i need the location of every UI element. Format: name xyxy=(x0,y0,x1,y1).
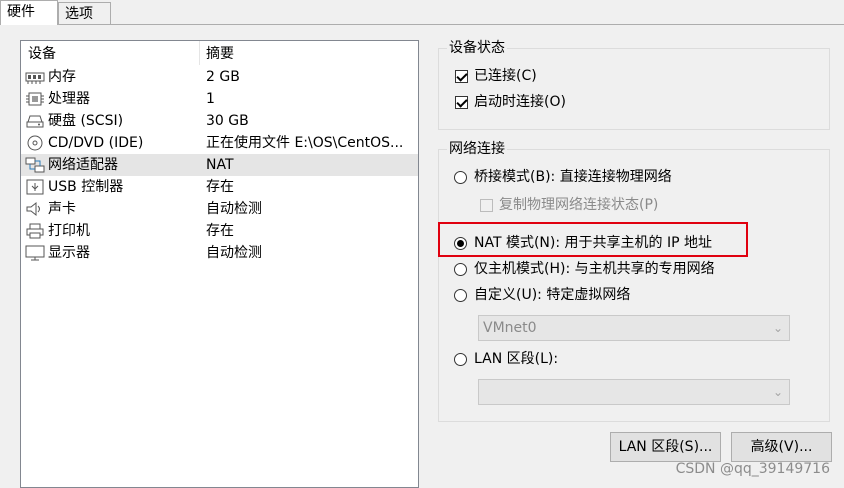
custom-network-value: VMnet0 xyxy=(483,320,537,336)
device-summary: 存在 xyxy=(206,223,234,239)
device-name: 处理器 xyxy=(48,91,90,107)
device-row-sound[interactable]: 声卡 自动检测 xyxy=(21,198,418,220)
device-name: 打印机 xyxy=(48,223,90,239)
bridged-radio[interactable] xyxy=(454,171,467,184)
device-row-harddisk[interactable]: 硬盘 (SCSI) 30 GB xyxy=(21,110,418,132)
tab-options[interactable]: 选项 xyxy=(58,2,111,24)
network-adapter-icon xyxy=(25,157,45,173)
device-row-memory[interactable]: 内存 2 GB xyxy=(21,66,418,88)
memory-icon xyxy=(25,69,45,85)
custom-radio[interactable] xyxy=(454,289,467,302)
device-summary: 30 GB xyxy=(206,113,249,129)
harddisk-icon xyxy=(25,113,45,129)
connect-at-power-on-label[interactable]: 启动时连接(O) xyxy=(474,92,566,112)
tab-bar: 硬件 选项 xyxy=(0,0,844,25)
lan-segment-label[interactable]: LAN 区段(L): xyxy=(474,349,558,369)
connected-label[interactable]: 已连接(C) xyxy=(474,66,537,86)
tab-hardware-label: 硬件 xyxy=(7,4,35,20)
lan-segments-button-label: LAN 区段(S)... xyxy=(618,439,713,455)
device-list-header: 设备 摘要 xyxy=(21,41,418,65)
device-name: 显示器 xyxy=(48,245,90,261)
device-name: 声卡 xyxy=(48,201,76,217)
advanced-button[interactable]: 高级(V)... xyxy=(731,432,832,462)
watermark: CSDN @qq_39149716 xyxy=(675,461,830,477)
column-header-summary[interactable]: 摘要 xyxy=(206,44,234,64)
device-row-monitor[interactable]: 显示器 自动检测 xyxy=(21,242,418,264)
chevron-down-icon: ⌄ xyxy=(772,321,783,335)
cd-dvd-icon xyxy=(25,135,45,151)
chevron-down-icon: ⌄ xyxy=(772,385,783,399)
connect-at-power-on-checkbox[interactable] xyxy=(455,96,468,109)
device-row-printer[interactable]: 打印机 存在 xyxy=(21,220,418,242)
device-summary: NAT xyxy=(206,157,234,173)
device-name: 网络适配器 xyxy=(48,157,118,173)
connected-checkbox[interactable] xyxy=(455,70,468,83)
lan-segment-select[interactable]: ⌄ xyxy=(478,379,790,405)
usb-icon xyxy=(25,179,45,195)
replicate-state-checkbox[interactable] xyxy=(480,199,493,212)
device-row-cd-dvd[interactable]: CD/DVD (IDE) 正在使用文件 E:\OS\CentOS... xyxy=(21,132,418,154)
device-summary: 1 xyxy=(206,91,215,107)
tab-hardware[interactable]: 硬件 xyxy=(0,0,58,25)
host-only-radio[interactable] xyxy=(454,263,467,276)
bridged-label[interactable]: 桥接模式(B): 直接连接物理网络 xyxy=(474,167,672,187)
printer-icon xyxy=(25,223,45,239)
device-name: USB 控制器 xyxy=(48,179,124,195)
device-summary: 存在 xyxy=(206,179,234,195)
device-name: CD/DVD (IDE) xyxy=(48,135,144,151)
cpu-icon xyxy=(25,91,45,107)
host-only-label[interactable]: 仅主机模式(H): 与主机共享的专用网络 xyxy=(474,259,715,279)
sound-icon xyxy=(25,201,45,217)
tab-options-label: 选项 xyxy=(65,6,93,22)
monitor-icon xyxy=(25,245,45,261)
custom-label[interactable]: 自定义(U): 特定虚拟网络 xyxy=(474,285,630,305)
column-header-device[interactable]: 设备 xyxy=(28,44,56,64)
device-summary: 自动检测 xyxy=(206,245,262,261)
annotation-highlight-box xyxy=(438,222,748,257)
column-separator[interactable] xyxy=(199,41,200,65)
advanced-button-label: 高级(V)... xyxy=(750,439,813,455)
device-summary: 正在使用文件 E:\OS\CentOS... xyxy=(206,135,404,151)
replicate-state-label[interactable]: 复制物理网络连接状态(P) xyxy=(499,195,658,215)
lan-segment-radio[interactable] xyxy=(454,353,467,366)
device-name: 硬盘 (SCSI) xyxy=(48,113,124,129)
device-status-title: 设备状态 xyxy=(447,39,507,57)
device-row-network-adapter[interactable]: 网络适配器 NAT xyxy=(21,154,418,176)
device-name: 内存 xyxy=(48,69,76,85)
device-list[interactable]: 设备 摘要 内存 2 GB 处理器 1 硬盘 (SCSI) 30 GB CD/D… xyxy=(20,40,419,488)
device-row-usb[interactable]: USB 控制器 存在 xyxy=(21,176,418,198)
device-summary: 自动检测 xyxy=(206,201,262,217)
device-status-group: 设备状态 xyxy=(438,39,830,130)
tab-bar-divider xyxy=(0,24,844,25)
device-row-processor[interactable]: 处理器 1 xyxy=(21,88,418,110)
network-connection-title: 网络连接 xyxy=(447,140,507,158)
custom-network-select[interactable]: VMnet0 ⌄ xyxy=(478,315,790,341)
lan-segments-button[interactable]: LAN 区段(S)... xyxy=(610,432,721,462)
device-summary: 2 GB xyxy=(206,69,240,85)
